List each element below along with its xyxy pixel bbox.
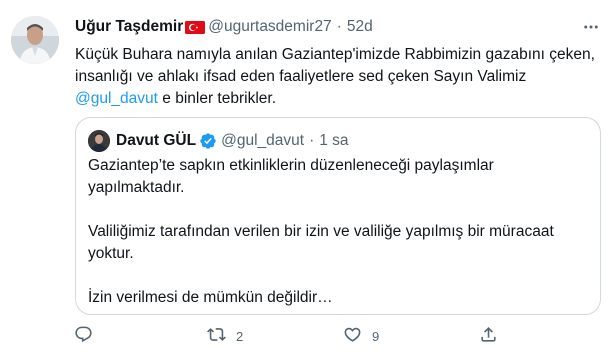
author-name[interactable]: Uğur Taşdemir [75, 18, 183, 36]
quoted-header: Davut GÜL @gul_davut · 1 sa [116, 131, 349, 151]
share-icon [479, 325, 498, 347]
author-avatar[interactable] [11, 16, 59, 64]
like-button[interactable]: 9 [343, 324, 379, 348]
quoted-time[interactable]: 1 sa [319, 132, 348, 150]
tweet[interactable]: Uğur Taşdemir @ugurtasdemir27 · 52d Küçü… [0, 0, 614, 355]
quoted-author-name[interactable]: Davut GÜL [116, 132, 196, 150]
quoted-text-line: İzin verilmesi de mümkün değildir… [88, 289, 333, 306]
tweet-time[interactable]: 52d [347, 18, 373, 36]
author-handle[interactable]: @ugurtasdemir27 [208, 18, 331, 36]
quoted-text-line: Gaziantep’te sapkın etkinliklerin düzenl… [88, 157, 494, 174]
tweet-text: Küçük Buhara namıyla anılan Gaziantep'im… [75, 44, 605, 110]
tweet-text-line: insanlığı ve ahlakı ifsad eden faaliyetl… [75, 68, 527, 85]
tweet-text-line: @gul_davut e binler tebrikler. [75, 88, 605, 110]
tweet-text-line: Küçük Buhara namıyla anılan Gaziantep'im… [75, 46, 595, 63]
separator-dot: · [309, 132, 315, 149]
quoted-author-avatar[interactable] [88, 130, 110, 152]
tweet-actions: 2 9 [66, 324, 606, 348]
heart-icon [343, 325, 362, 347]
quoted-text-line: yapılmaktadır. [88, 179, 185, 196]
reply-icon [74, 325, 93, 347]
quoted-paragraph: Gaziantep’te sapkın etkinliklerin düzenl… [88, 155, 588, 199]
quoted-paragraph: Valiliğimiz tarafından verilen bir izin … [88, 221, 588, 265]
tweet-header: Uğur Taşdemir @ugurtasdemir27 · 52d [75, 17, 373, 37]
retweet-icon [207, 325, 226, 347]
more-options-icon[interactable] [578, 14, 604, 40]
like-count: 9 [372, 328, 380, 344]
quoted-paragraph: İzin verilmesi de mümkün değildir… [88, 287, 588, 309]
quoted-text-line: yoktur. [88, 245, 134, 262]
quoted-text: Gaziantep’te sapkın etkinliklerin düzenl… [88, 155, 588, 309]
mention-link[interactable]: @gul_davut [75, 90, 158, 107]
reply-button[interactable] [74, 324, 103, 348]
share-button[interactable] [479, 324, 508, 348]
quoted-text-line: Valiliğimiz tarafından verilen bir izin … [88, 223, 554, 240]
quoted-tweet[interactable]: Davut GÜL @gul_davut · 1 sa Gaziantep’te… [75, 117, 601, 315]
verified-badge-icon [199, 132, 217, 150]
tweet-text-rest: e binler tebrikler. [157, 90, 276, 107]
turkey-flag-icon [185, 20, 206, 34]
separator-dot: · [336, 18, 342, 35]
retweet-button[interactable]: 2 [207, 324, 243, 348]
quoted-author-handle[interactable]: @gul_davut [221, 132, 304, 150]
retweet-count: 2 [236, 328, 244, 344]
